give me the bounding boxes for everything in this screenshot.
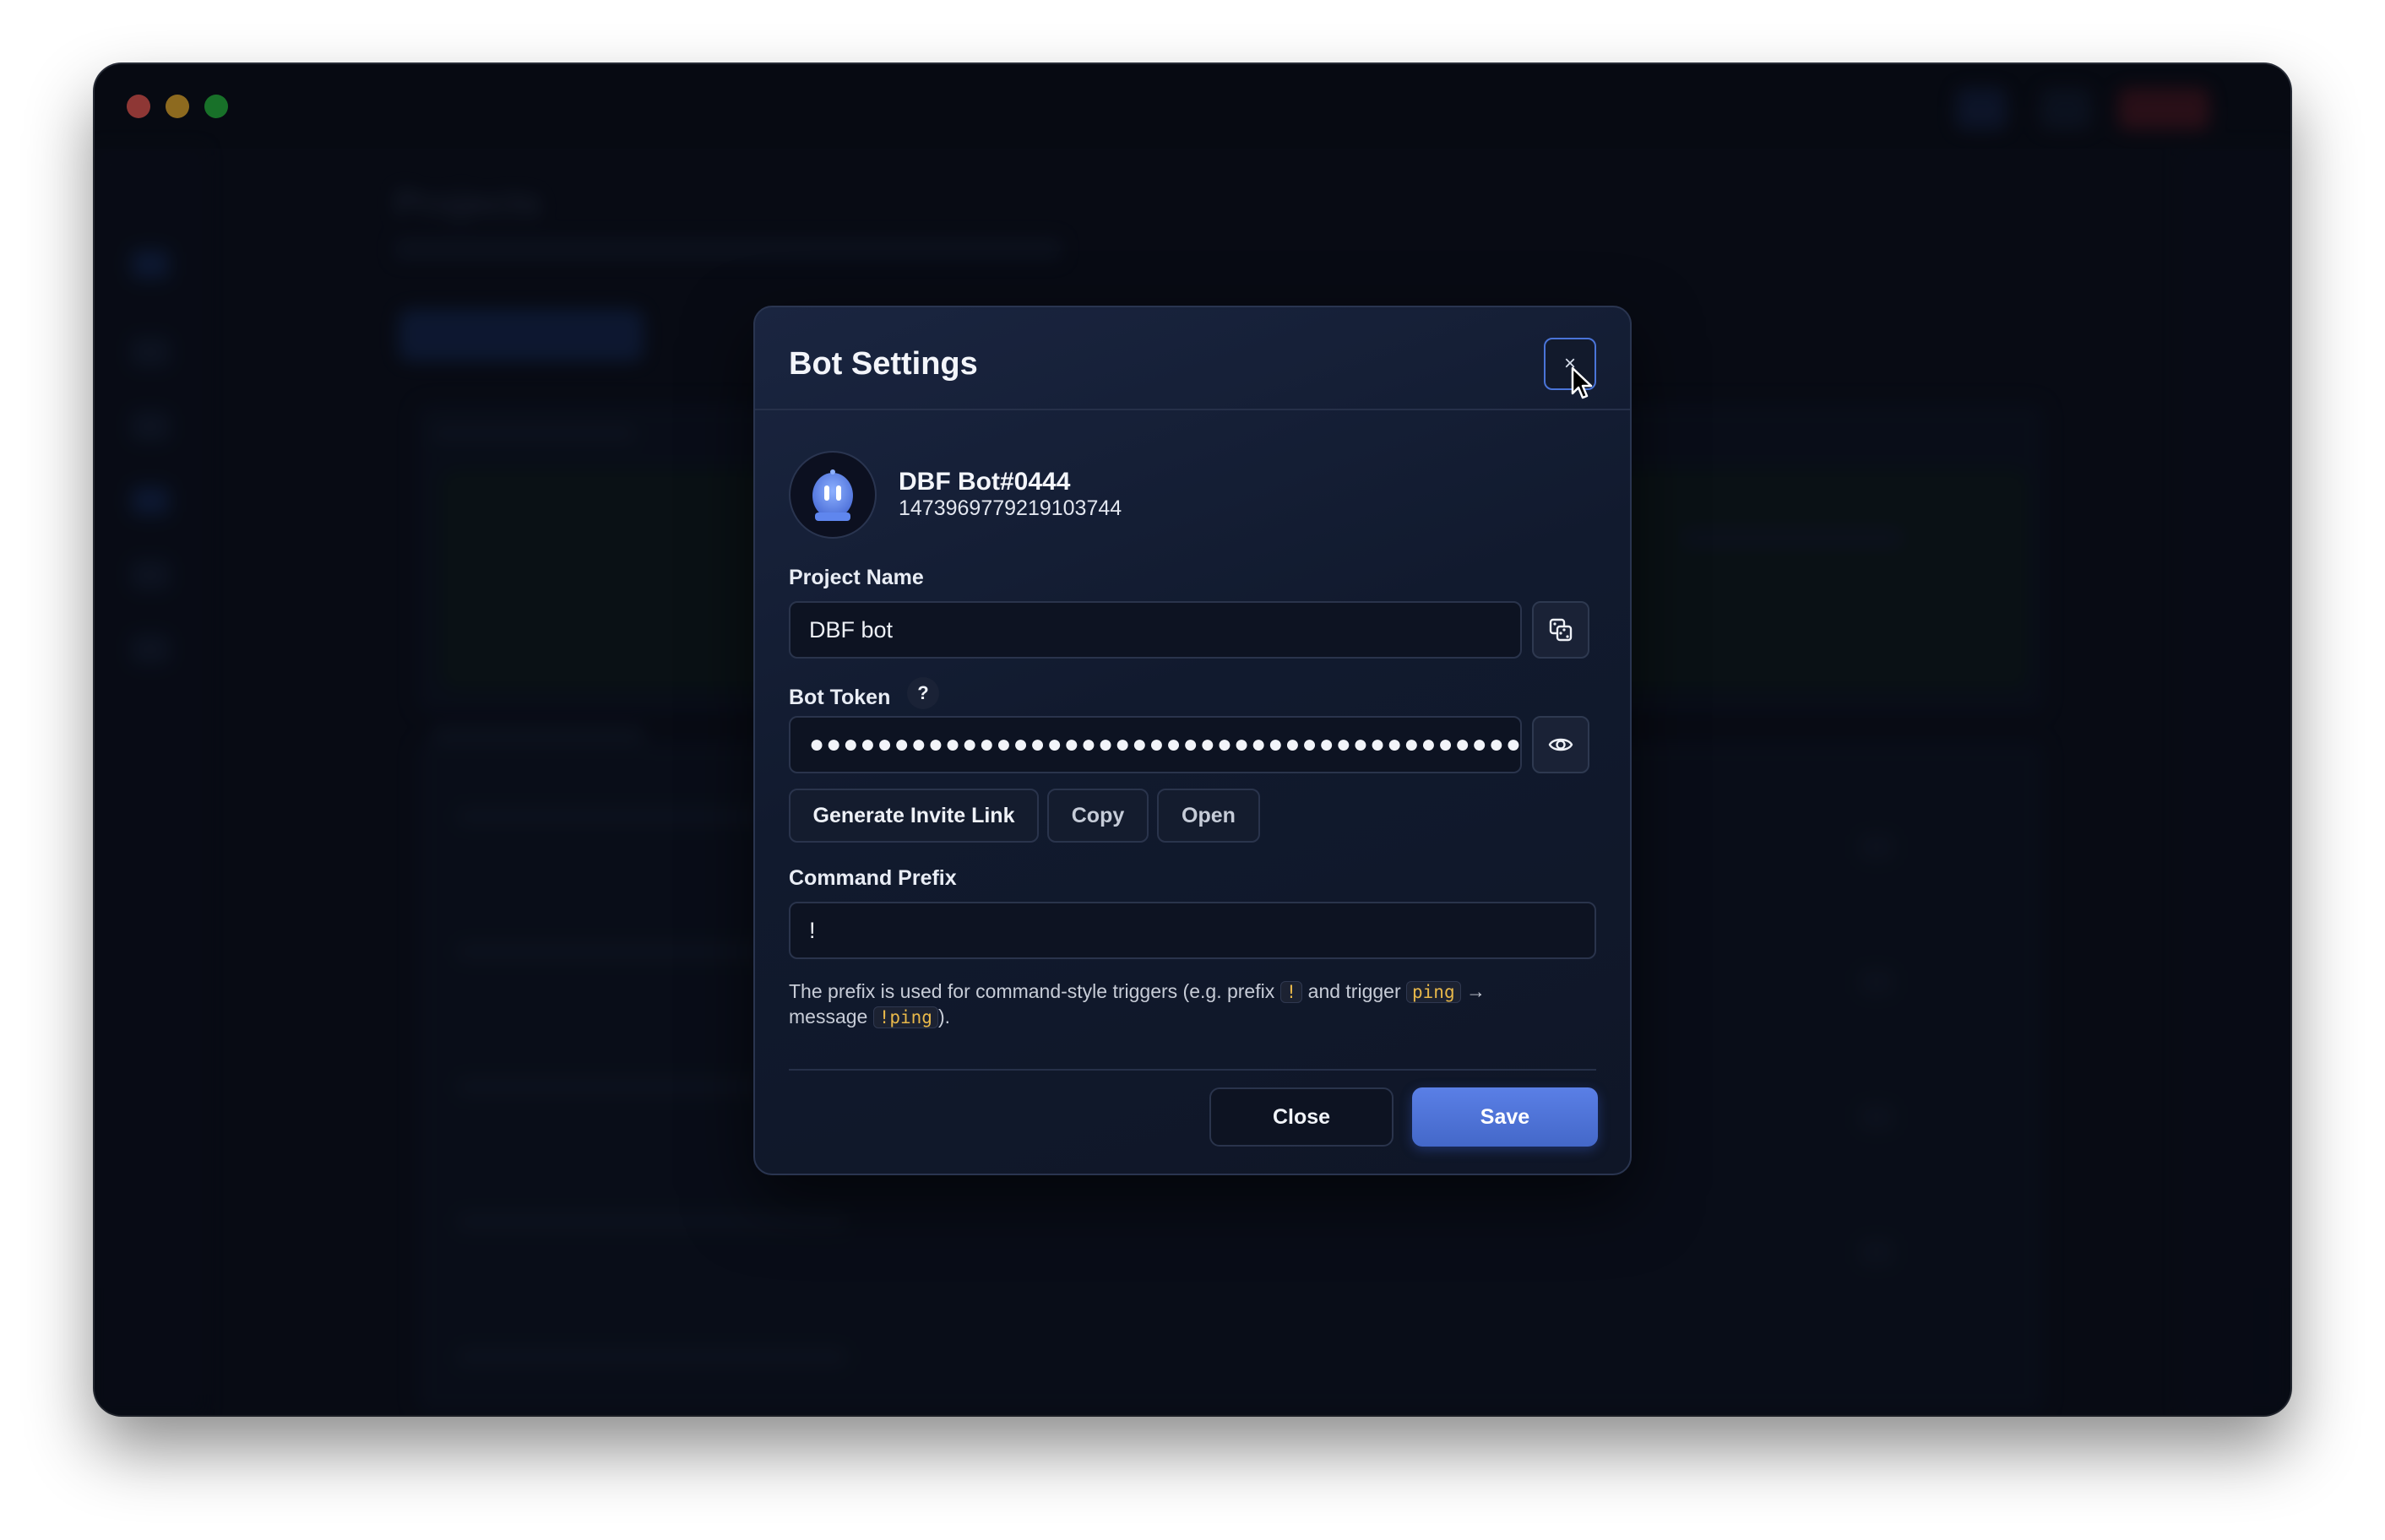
command-prefix-label: Command Prefix — [789, 866, 957, 890]
bot-token-label: Bot Token — [789, 686, 891, 709]
arrow-icon: → — [1465, 980, 1486, 1002]
bot-token-input[interactable]: ●●●●●●●●●●●●●●●●●●●●●●●●●●●●●●●●●●●●●●●●… — [789, 716, 1522, 773]
bot-avatar — [789, 451, 877, 539]
bot-name: DBF Bot#0444 — [899, 468, 1071, 496]
generate-invite-link-button[interactable]: Generate Invite Link — [789, 789, 1039, 843]
reveal-token-button[interactable] — [1532, 716, 1589, 773]
hint-code-trigger: ping — [1406, 981, 1461, 1003]
hint-text: The prefix is used for command-style tri… — [789, 980, 1275, 1002]
hint-text: and trigger — [1307, 980, 1401, 1002]
robot-icon — [812, 469, 853, 521]
close-button[interactable]: Close — [1209, 1087, 1394, 1147]
bot-token-masked-value: ●●●●●●●●●●●●●●●●●●●●●●●●●●●●●●●●●●●●●●●●… — [809, 730, 1520, 758]
dice-icon — [1549, 618, 1573, 642]
project-name-value: DBF bot — [809, 616, 894, 643]
help-icon[interactable]: ? — [907, 677, 939, 709]
hint-code-message: !ping — [872, 1006, 938, 1028]
bot-id: 1473969779219103744 — [899, 496, 1122, 520]
dialog-title: Bot Settings — [789, 346, 978, 382]
footer-divider — [789, 1069, 1596, 1071]
hint-code-prefix: ! — [1279, 981, 1303, 1003]
randomize-name-button[interactable] — [1532, 601, 1589, 659]
command-prefix-value: ! — [809, 917, 816, 943]
mouse-cursor-icon — [1571, 366, 1593, 399]
bot-settings-dialog: Bot Settings × DBF Bot#0444 147396977921… — [753, 306, 1632, 1175]
open-invite-button[interactable]: Open — [1157, 789, 1260, 843]
project-name-label: Project Name — [789, 566, 924, 589]
eye-icon — [1548, 738, 1573, 751]
header-divider — [755, 409, 1630, 410]
hint-text: ). — [937, 1006, 950, 1028]
command-prefix-input[interactable]: ! — [789, 902, 1596, 959]
hint-text: message — [789, 1006, 868, 1028]
project-name-input[interactable]: DBF bot — [789, 601, 1522, 659]
prefix-hint-text: The prefix is used for command-style tri… — [789, 979, 1600, 1030]
copy-invite-button[interactable]: Copy — [1047, 789, 1149, 843]
save-button[interactable]: Save — [1412, 1087, 1598, 1147]
